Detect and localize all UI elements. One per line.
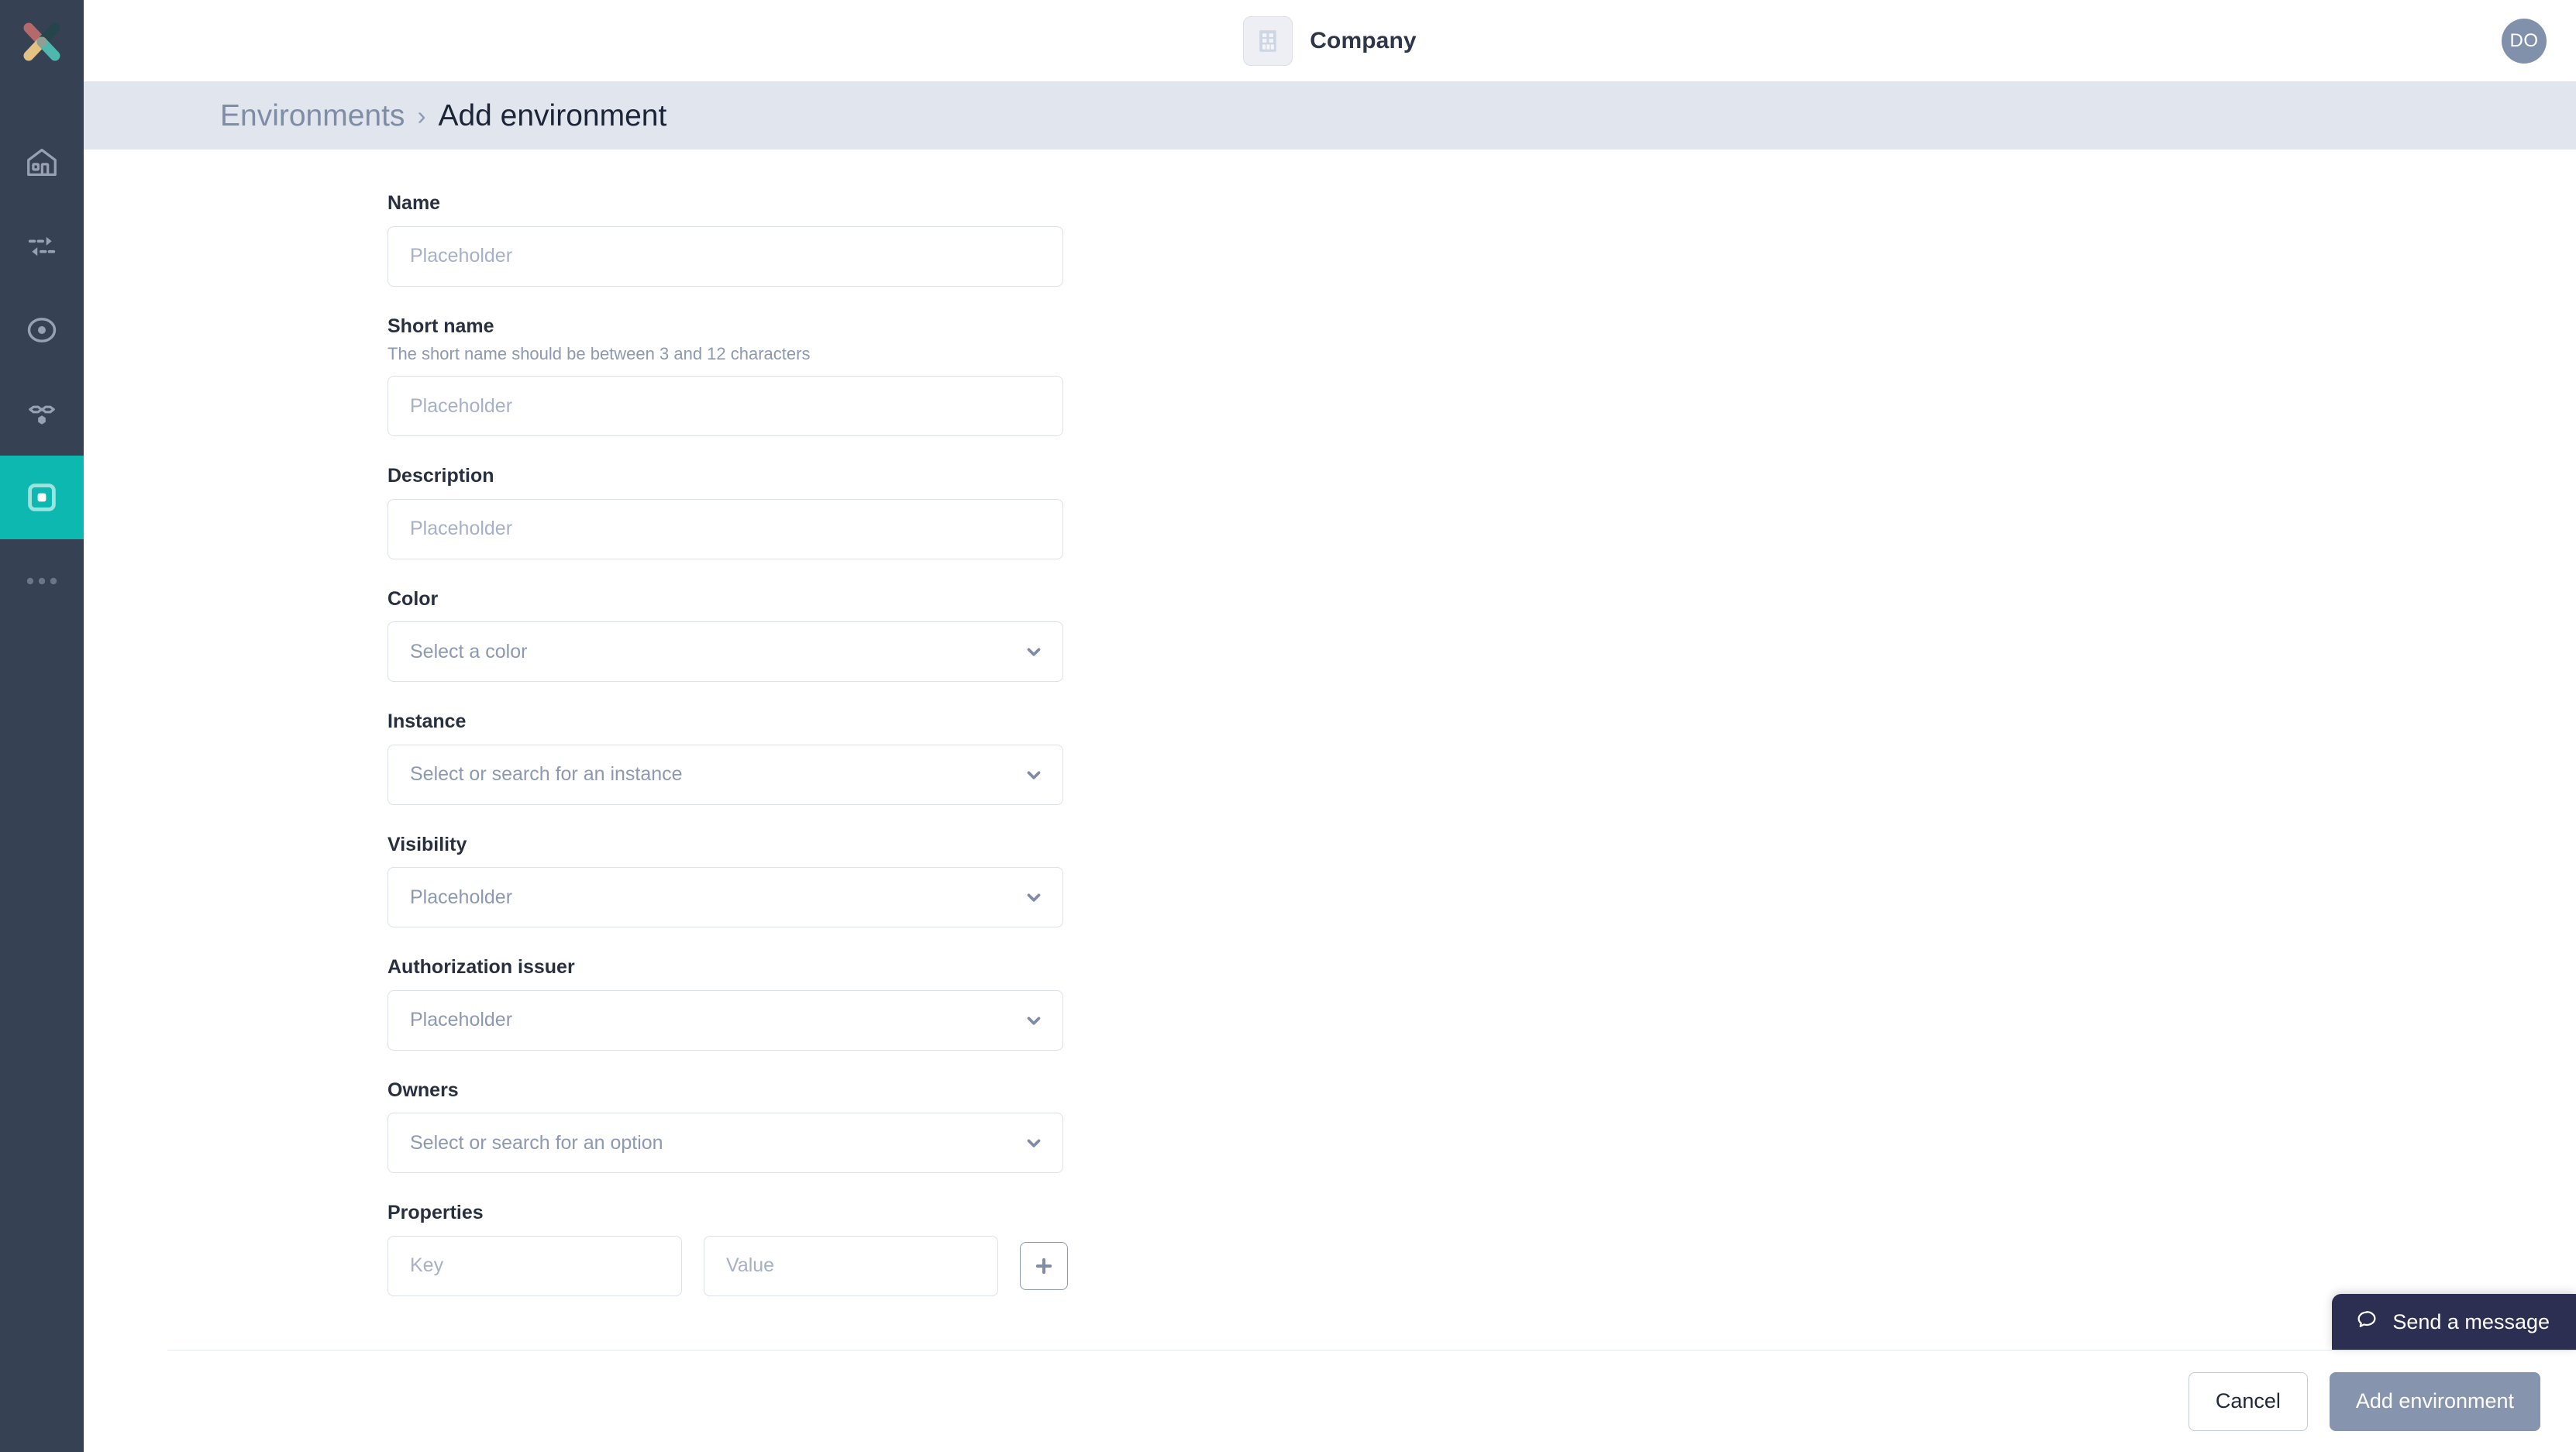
color-select-value: Select a color [410,640,528,662]
cancel-button[interactable]: Cancel [2188,1371,2308,1431]
circle-dot-icon [27,318,57,342]
field-name: Name Placeholder [387,192,2576,287]
company-switcher[interactable]: Company [1243,15,1417,66]
avatar[interactable]: DO [2502,18,2547,64]
chat-bubble-icon [2355,1308,2378,1337]
add-property-button[interactable] [1020,1241,1068,1290]
chevron-down-icon [1024,642,1044,662]
field-label-description: Description [387,465,494,487]
breadcrumb-separator: › [417,101,426,130]
field-instance: Instance Select or search for an instanc… [387,711,2576,805]
app-logo[interactable] [0,0,84,84]
owners-select[interactable]: Select or search for an option [387,1113,1063,1174]
color-select[interactable]: Select a color [387,621,1063,683]
field-label-instance: Instance [387,711,467,733]
chat-label: Send a message [2392,1309,2550,1333]
plus-icon [1035,1258,1052,1275]
field-label-short-name: Short name [387,315,494,337]
form-footer: Cancel Add environment [167,1350,2576,1452]
sidebar-item-home[interactable] [0,121,84,205]
instance-select[interactable]: Select or search for an instance [387,744,1063,805]
short-name-input[interactable]: Placeholder [387,376,1063,437]
chevron-down-icon [1024,1133,1044,1153]
sidebar-item-network[interactable] [0,372,84,456]
top-bar: Company DO [84,0,2576,81]
chat-bubble-glyph-icon [2357,1310,2376,1327]
instance-select-value: Select or search for an instance [410,763,683,786]
field-color: Color Select a color [387,587,2576,683]
owners-select-value: Select or search for an option [410,1131,663,1154]
authorization-issuer-select-value: Placeholder [410,1009,513,1031]
authorization-issuer-select[interactable]: Placeholder [387,989,1063,1051]
ellipsis-icon [26,577,57,585]
page-title: Add environment [438,98,667,132]
sidebar-item-transfers[interactable] [0,205,84,288]
breadcrumb: Environments › Add environment [84,81,2576,150]
app-root: Company DO Environments › Add environmen… [0,0,2576,1452]
chevron-down-icon [1024,765,1044,785]
chevron-down-icon [1024,887,1044,907]
field-label-owners: Owners [387,1079,459,1101]
square-in-square-icon [28,483,56,511]
building-glyph-icon [1259,29,1277,52]
field-label-visibility: Visibility [387,833,467,855]
field-label-color: Color [387,587,439,610]
field-visibility: Visibility Placeholder [387,834,2576,928]
visibility-select-value: Placeholder [410,886,513,908]
name-input[interactable]: Placeholder [387,225,1063,287]
field-short-name: Short name The short name should be betw… [387,315,2576,437]
sidebar-item-more[interactable] [0,539,84,623]
primary-sidebar [0,0,84,1452]
property-key-input[interactable]: Key [387,1235,682,1296]
sidebar-item-targets[interactable] [0,288,84,372]
field-hint-short-name: The short name should be between 3 and 1… [387,344,811,363]
field-authorization-issuer: Authorization issuer Placeholder [387,957,2576,1051]
description-input[interactable]: Placeholder [387,498,1063,559]
field-properties: Properties Key Value [387,1203,2576,1296]
field-owners: Owners Select or search for an option [387,1079,2576,1174]
add-environment-button[interactable]: Add environment [2329,1371,2540,1431]
breadcrumb-parent-link[interactable]: Environments [220,101,405,131]
form-scroll-area: Name Placeholder Short name The short na… [84,150,2576,1452]
company-name: Company [1310,27,1417,53]
nodes-network-icon [29,405,55,425]
house-icon [27,148,57,176]
field-label-authorization-issuer: Authorization issuer [387,956,575,979]
visibility-select[interactable]: Placeholder [387,867,1063,928]
property-value-input[interactable]: Value [704,1235,998,1296]
field-label-properties: Properties [387,1202,484,1224]
send-a-message-widget[interactable]: Send a message [2332,1294,2576,1350]
building-icon [1243,15,1293,66]
field-description: Description Placeholder [387,466,2576,559]
field-label-name: Name [387,192,441,214]
property-row: Key Value [387,1235,2576,1296]
chevron-down-icon [1024,1010,1044,1031]
exchange-arrows-icon [28,236,56,256]
app-logo-icon [23,22,60,61]
main-region: Company DO Environments › Add environmen… [84,0,2576,1452]
sidebar-item-environments[interactable] [0,456,84,539]
